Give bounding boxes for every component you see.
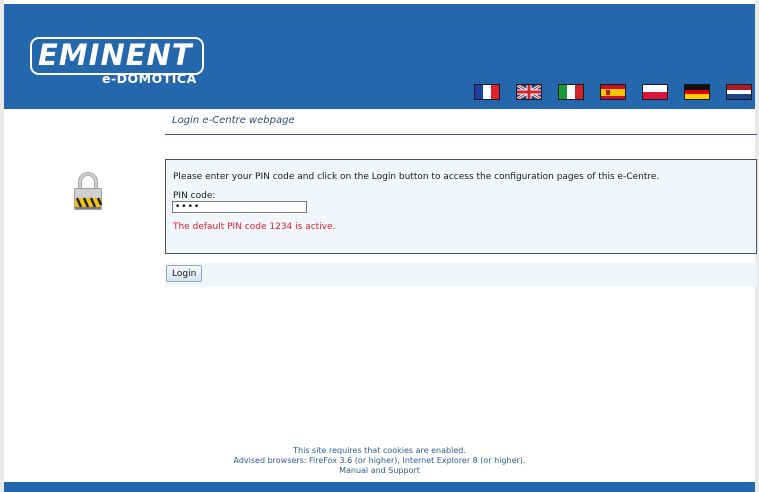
eminent-logo: EMINENT e-DOMOTICA [30, 37, 206, 89]
page-title-bar: Login e-Centre webpage [165, 109, 757, 135]
flag-spain-icon[interactable] [600, 84, 626, 100]
pin-code-input[interactable] [172, 201, 307, 213]
padlock-icon [73, 171, 103, 211]
logo-subtitle: e-DOMOTICA [102, 71, 197, 86]
login-panel: Please enter your PIN code and click on … [165, 159, 757, 254]
flag-france-icon[interactable] [474, 84, 500, 100]
manual-support-link[interactable]: Manual and Support [4, 466, 755, 475]
footer-bar [4, 482, 755, 492]
pin-code-label: PIN code: [173, 191, 216, 201]
flag-uk-graphic [517, 85, 541, 99]
flag-uk-icon[interactable] [516, 84, 542, 100]
default-pin-warning: The default PIN code 1234 is active. [173, 222, 336, 232]
flag-italy-icon[interactable] [558, 84, 584, 100]
padlock-graphic [74, 172, 103, 210]
flag-poland-icon[interactable] [642, 84, 668, 100]
page-title: Login e-Centre webpage [172, 115, 295, 126]
header-banner: EMINENT e-DOMOTICA [4, 4, 755, 109]
login-instruction: Please enter your PIN code and click on … [173, 172, 660, 182]
footer-browsers-note: Advised browsers: FireFox 3.6 (or higher… [233, 456, 526, 465]
flag-germany-icon[interactable] [684, 84, 710, 100]
logo-wordmark: EMINENT [38, 38, 193, 72]
login-button[interactable]: Login [166, 265, 203, 282]
footer-cookies-note: This site requires that cookies are enab… [293, 446, 466, 455]
button-bar: Login [165, 263, 757, 287]
flag-netherlands-icon[interactable] [726, 84, 752, 100]
